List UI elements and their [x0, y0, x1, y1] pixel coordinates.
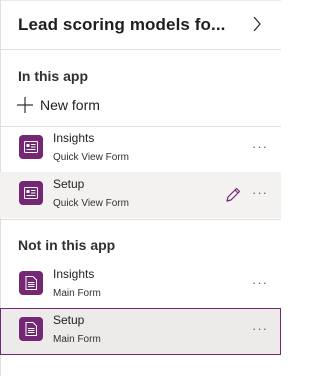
quick-view-form-icon [19, 181, 43, 205]
form-title: Setup [53, 177, 85, 191]
form-row-setup-quick-view[interactable]: Setup Quick View Form ··· [0, 172, 281, 218]
divider [0, 219, 281, 220]
plus-icon [17, 97, 33, 113]
main-form-icon [19, 271, 43, 295]
new-form-button[interactable]: New form [16, 94, 136, 116]
new-form-label: New form [40, 97, 100, 113]
form-title: Insights [53, 267, 95, 281]
more-options-icon[interactable]: ··· [252, 186, 270, 199]
form-type: Quick View Form [53, 152, 129, 163]
panel-header: Lead scoring models fo... [0, 0, 281, 50]
chevron-right-icon[interactable] [250, 14, 264, 34]
more-options-icon[interactable]: ··· [252, 322, 270, 335]
form-type: Main Form [53, 288, 101, 299]
form-title: Insights [53, 131, 95, 145]
quick-view-form-icon [19, 135, 43, 159]
more-options-icon[interactable]: ··· [252, 276, 270, 289]
main-form-icon [19, 317, 43, 341]
form-type: Quick View Form [53, 198, 129, 209]
panel-title: Lead scoring models fo... [18, 15, 226, 34]
form-row-insights-main[interactable]: Insights Main Form ··· [0, 262, 281, 308]
more-options-icon[interactable]: ··· [252, 140, 270, 153]
form-row-insights-quick-view[interactable]: Insights Quick View Form ··· [0, 126, 281, 172]
form-row-setup-main[interactable]: Setup Main Form ··· [0, 308, 281, 355]
pencil-icon[interactable] [224, 186, 242, 204]
section-title-not-in-app: Not in this app [18, 237, 116, 253]
form-title: Setup [53, 313, 85, 327]
section-title-in-app: In this app [18, 68, 88, 84]
form-type: Main Form [53, 334, 101, 345]
